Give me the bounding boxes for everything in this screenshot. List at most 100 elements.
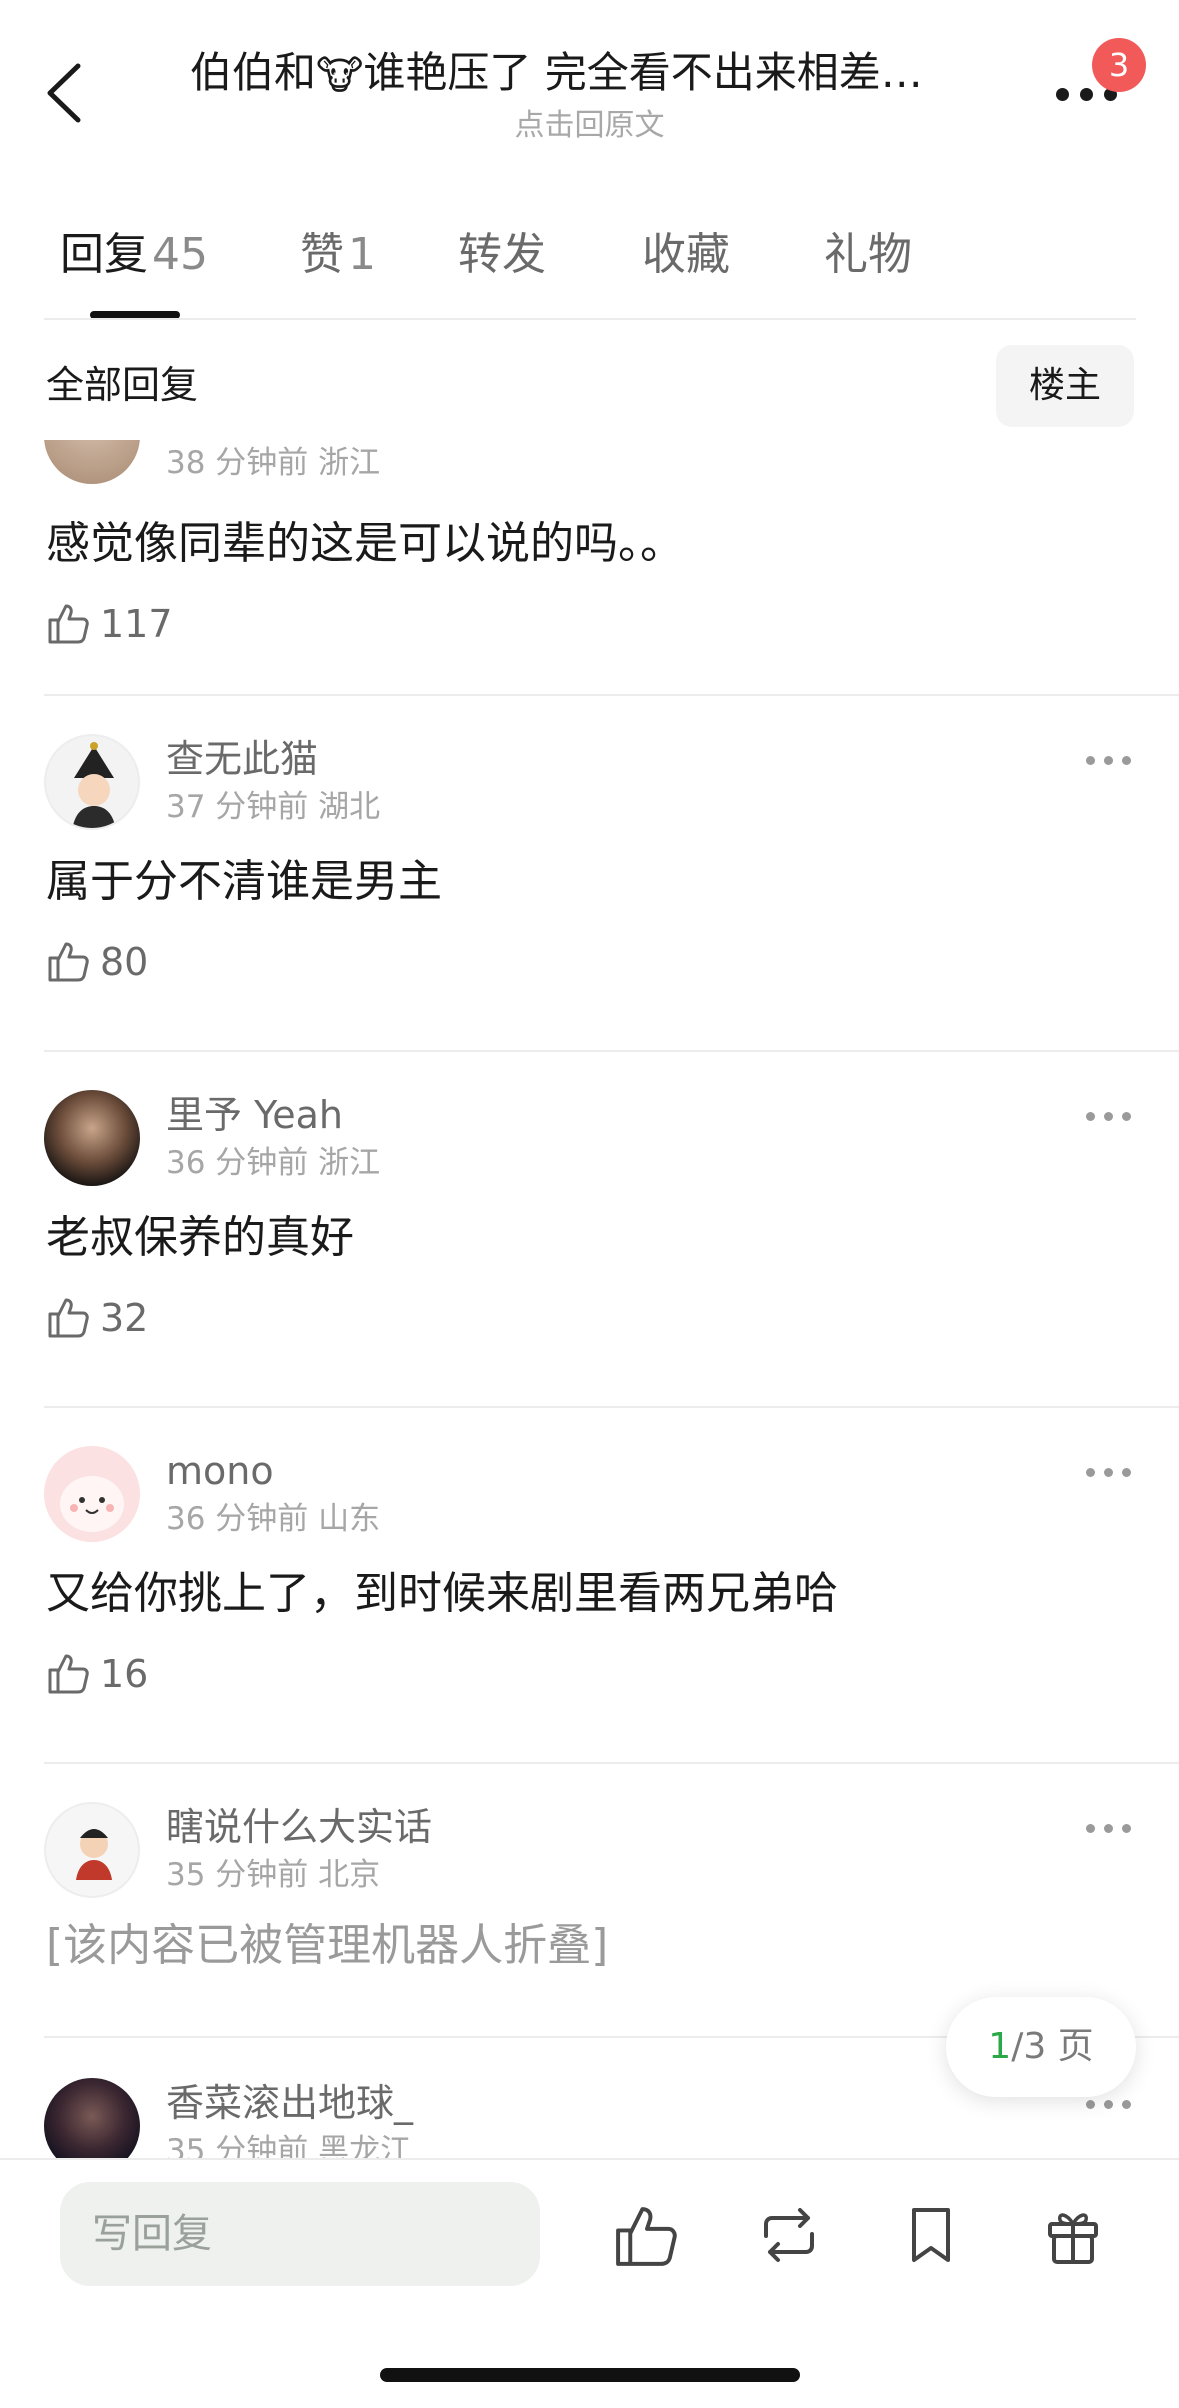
comment-more-button[interactable] <box>1084 1106 1134 1126</box>
avatar[interactable] <box>44 1446 140 1542</box>
tab-gifts[interactable]: 礼物 <box>824 215 912 295</box>
thumbs-up-icon <box>616 2207 677 2266</box>
divider <box>44 318 1136 320</box>
comment-location: 浙江 <box>318 1145 381 1181</box>
dot-icon <box>1086 756 1095 765</box>
folded-comment-notice[interactable]: [该内容已被管理机器人折叠] <box>46 1916 608 1976</box>
dot-icon <box>1104 1112 1113 1121</box>
dot-icon <box>1104 756 1113 765</box>
gift-button[interactable] <box>1038 2200 1108 2270</box>
tab-label: 收藏 <box>642 229 730 280</box>
reply-input[interactable]: 写回复 <box>60 2182 540 2286</box>
comment-time: 37 分钟前 <box>166 789 309 825</box>
comment-more-button[interactable] <box>1084 1818 1134 1838</box>
tab-favorites[interactable]: 收藏 <box>642 215 730 295</box>
comment-location: 浙江 <box>318 445 381 481</box>
tab-count: 1 <box>348 229 376 280</box>
title-text-before: 伯伯和 <box>190 48 317 97</box>
repost-icon <box>764 2208 814 2262</box>
more-dot-icon <box>1080 88 1093 101</box>
tab-label: 礼物 <box>824 229 912 280</box>
tab-bar: 回复45 赞1 转发 收藏 礼物 <box>0 215 1179 320</box>
dot-icon <box>1104 2100 1113 2109</box>
username[interactable]: 查无此猫 <box>166 734 318 784</box>
avatar[interactable] <box>44 734 140 830</box>
thumbs-up-icon <box>48 604 89 644</box>
dot-icon <box>1086 1824 1095 1833</box>
avatar[interactable] <box>44 1802 140 1898</box>
avatar[interactable] <box>44 2078 140 2158</box>
comment-meta: 35 分钟前 北京 <box>166 1854 380 1896</box>
comment-meta: 36 分钟前 浙江 <box>166 1142 380 1184</box>
like-post-button[interactable] <box>612 2200 682 2270</box>
cartoon-avatar-icon <box>60 1476 124 1532</box>
cartoon-avatar-icon <box>76 1829 112 1880</box>
comment-text[interactable]: 又给你挑上了，到时候来剧里看两兄弟哈 <box>46 1564 838 1624</box>
tab-label: 转发 <box>458 229 546 280</box>
page-indicator[interactable]: 1/3 页 <box>946 1997 1136 2097</box>
open-original-link[interactable]: 点击回原文 <box>0 100 1179 144</box>
dot-icon <box>1086 2100 1095 2109</box>
dot-icon <box>1086 1112 1095 1121</box>
comment-more-button[interactable] <box>1084 2094 1134 2114</box>
comment-item: 查无此猫 37 分钟前 湖北 属于分不清谁是男主 80 <box>0 696 1179 1052</box>
dot-icon <box>1122 1468 1131 1477</box>
total-pages: /3 页 <box>1011 2026 1094 2067</box>
avatar[interactable] <box>44 440 140 484</box>
dot-icon <box>1086 1468 1095 1477</box>
comment-time: 35 分钟前 <box>166 1857 309 1893</box>
comment-item: 38 分钟前 浙江 感觉像同辈的这是可以说的吗。。 117 <box>0 440 1179 698</box>
comment-meta: 36 分钟前 山东 <box>166 1498 380 1540</box>
username[interactable]: 香菜滚出地球_ <box>166 2078 413 2128</box>
username[interactable]: 瞎说什么大实话 <box>166 1802 432 1852</box>
like-count: 80 <box>100 940 149 984</box>
more-dot-icon <box>1056 88 1069 101</box>
comment-more-button[interactable] <box>1084 750 1134 770</box>
username[interactable]: 里予 Yeah <box>166 1090 343 1140</box>
bottom-action-bar: 写回复 <box>0 2158 1179 2408</box>
current-page: 1 <box>988 2026 1012 2067</box>
avatar[interactable] <box>44 1090 140 1186</box>
comment-list[interactable]: 38 分钟前 浙江 感觉像同辈的这是可以说的吗。。 117 查无此猫 37 分钟… <box>0 440 1179 2158</box>
comment-time: 35 分钟前 <box>166 2133 309 2158</box>
all-replies-label: 全部回复 <box>46 363 199 407</box>
like-count: 16 <box>100 1652 149 1696</box>
post-title[interactable]: 伯伯和🐮谁艳压了 完全看不出来相差… <box>190 44 990 105</box>
tab-replies[interactable]: 回复45 <box>60 215 208 295</box>
gift-icon <box>1048 2213 1098 2264</box>
tab-reposts[interactable]: 转发 <box>458 215 546 295</box>
comment-text[interactable]: 老叔保养的真好 <box>46 1208 354 1268</box>
comment-time: 36 分钟前 <box>166 1501 309 1537</box>
comment-more-button[interactable] <box>1084 1462 1134 1482</box>
comment-meta: 37 分钟前 湖北 <box>166 786 380 828</box>
comment-location: 黑龙江 <box>318 2133 412 2158</box>
owner-filter-button[interactable]: 楼主 <box>996 345 1134 427</box>
bookmark-button[interactable] <box>896 2200 966 2270</box>
comment-location: 北京 <box>318 1857 381 1893</box>
tab-label: 赞 <box>300 229 344 280</box>
comment-item: mono 36 分钟前 山东 又给你挑上了，到时候来剧里看两兄弟哈 16 <box>0 1408 1179 1764</box>
cow-emoji-icon: 🐮 <box>316 53 364 99</box>
repost-button[interactable] <box>754 2200 824 2270</box>
comment-text[interactable]: 感觉像同辈的这是可以说的吗。。 <box>46 514 684 574</box>
dot-icon <box>1122 756 1131 765</box>
dot-icon <box>1104 1468 1113 1477</box>
comment-text[interactable]: 属于分不清谁是男主 <box>46 852 442 912</box>
like-count: 117 <box>100 602 173 646</box>
thumbs-up-icon <box>48 942 89 982</box>
username[interactable]: mono <box>166 1446 274 1496</box>
thumbs-up-icon <box>48 1298 89 1338</box>
cartoon-avatar-icon <box>72 742 116 828</box>
thumbs-up-icon <box>48 1654 89 1694</box>
header: 伯伯和🐮谁艳压了 完全看不出来相差… 点击回原文 3 <box>0 0 1179 170</box>
dot-icon <box>1122 1824 1131 1833</box>
comment-time: 38 分钟前 <box>166 445 309 481</box>
dot-icon <box>1122 2100 1131 2109</box>
comment-meta: 38 分钟前 浙江 <box>166 442 380 484</box>
like-count: 32 <box>100 1296 149 1340</box>
comment-location: 山东 <box>318 1501 381 1537</box>
notification-badge: 3 <box>1092 38 1146 92</box>
title-text-after: 谁艳压了 完全看不出来相差… <box>363 48 923 97</box>
tab-likes[interactable]: 赞1 <box>300 215 376 295</box>
comment-location: 湖北 <box>318 789 381 825</box>
